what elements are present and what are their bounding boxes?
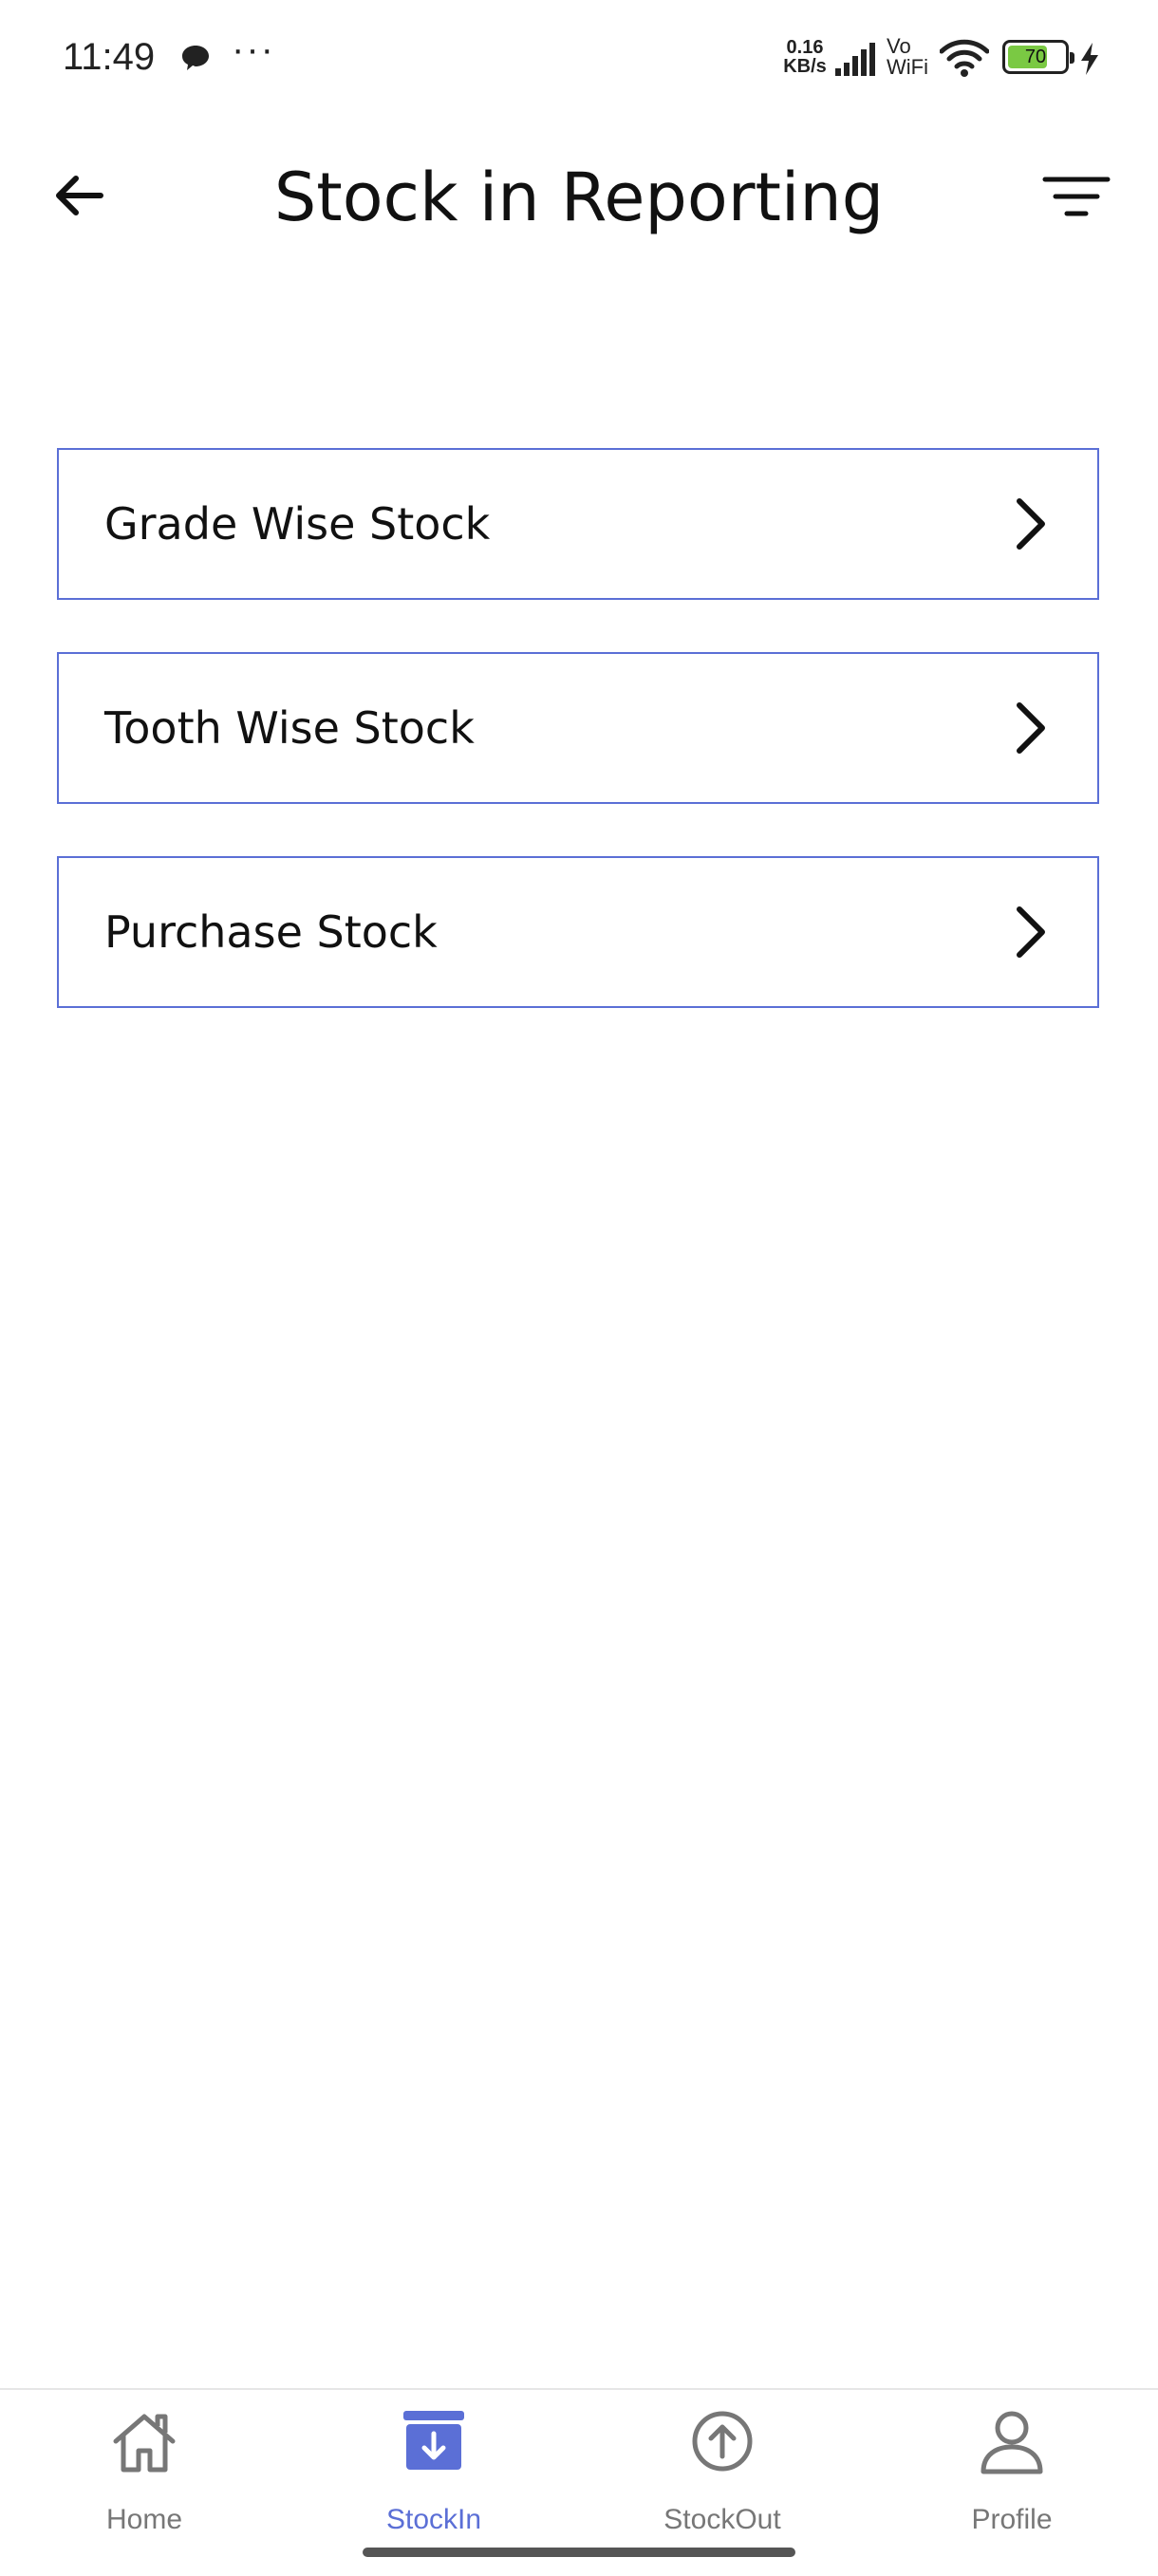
- back-button[interactable]: [42, 158, 118, 233]
- vowifi-vo: Vo: [887, 34, 911, 58]
- stock-out-icon: [692, 2411, 753, 2472]
- report-menu-list: Grade Wise Stock Tooth Wise Stock Purcha…: [57, 448, 1099, 1060]
- home-icon: [113, 2414, 176, 2473]
- menu-item-label: Grade Wise Stock: [104, 498, 491, 550]
- network-speed-unit: KB/s: [783, 56, 827, 77]
- arrow-left-icon: [56, 176, 103, 215]
- filter-button[interactable]: [1037, 159, 1116, 235]
- stock-in-icon: [403, 2411, 464, 2470]
- menu-item-purchase-stock[interactable]: Purchase Stock: [57, 856, 1099, 1008]
- wifi-icon: [940, 39, 989, 77]
- chevron-right-icon: [1017, 906, 1045, 958]
- chevron-right-icon: [1017, 702, 1045, 754]
- nav-label-stockout: StockOut: [663, 2504, 781, 2535]
- network-speed: 0.16 KB/s: [778, 38, 831, 76]
- chat-bubble-icon: [182, 46, 209, 70]
- more-notifications-icon: ···: [232, 28, 275, 70]
- status-bar: 11:49 ··· 0.16 KB/s Vo WiFi 70: [0, 0, 1158, 123]
- nav-label-home: Home: [105, 2504, 183, 2535]
- nav-item-stockin[interactable]: StockIn: [339, 2409, 529, 2551]
- battery-icon: 70: [1002, 40, 1074, 74]
- nav-item-stockout[interactable]: StockOut: [627, 2409, 817, 2551]
- menu-item-grade-wise-stock[interactable]: Grade Wise Stock: [57, 448, 1099, 600]
- vowifi-indicator: Vo WiFi: [887, 36, 928, 78]
- nav-item-profile[interactable]: Profile: [917, 2409, 1107, 2551]
- vowifi-wifi: WiFi: [887, 55, 928, 79]
- menu-item-tooth-wise-stock[interactable]: Tooth Wise Stock: [57, 652, 1099, 804]
- menu-item-label: Tooth Wise Stock: [104, 702, 475, 754]
- filter-icon: [1042, 177, 1111, 216]
- cellular-signal-icon: [835, 43, 875, 76]
- menu-item-label: Purchase Stock: [104, 906, 438, 958]
- status-time: 11:49: [63, 36, 156, 78]
- page-title: Stock in Reporting: [273, 159, 885, 236]
- network-speed-value: 0.16: [786, 37, 824, 58]
- profile-icon: [981, 2411, 1043, 2474]
- nav-label-stockin: StockIn: [385, 2504, 482, 2535]
- nav-label-profile: Profile: [971, 2504, 1053, 2535]
- charging-bolt-icon: [1081, 43, 1098, 75]
- app-header: Stock in Reporting: [0, 123, 1158, 266]
- battery-level: 70: [1024, 47, 1047, 67]
- chevron-right-icon: [1017, 498, 1045, 550]
- home-indicator: [363, 2548, 795, 2557]
- nav-item-home[interactable]: Home: [49, 2409, 239, 2551]
